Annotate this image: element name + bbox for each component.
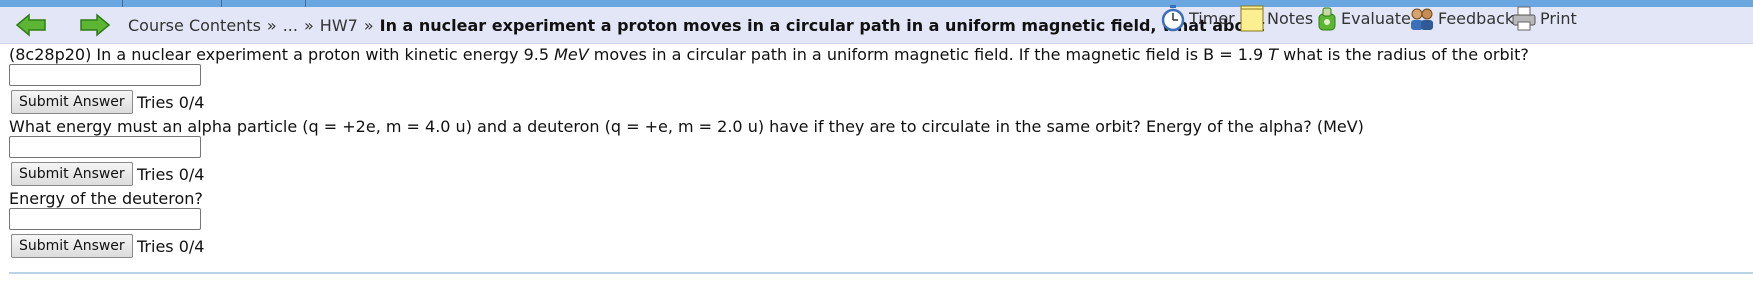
printer-icon — [1511, 4, 1537, 32]
evaluate-icon — [1316, 4, 1338, 32]
question-1-pre: (8c28p20) In a nuclear experiment a prot… — [9, 45, 555, 64]
answer-input-1[interactable] — [9, 64, 201, 86]
unit-tesla: T — [1268, 45, 1279, 64]
breadcrumb-course-contents[interactable]: Course Contents — [128, 16, 261, 35]
question-1-mid: moves in a circular path in a uniform ma… — [588, 45, 1269, 64]
evaluate-button[interactable]: Evaluate — [1316, 4, 1411, 32]
feedback-button[interactable]: Feedback — [1409, 4, 1514, 32]
question-1-text: (8c28p20) In a nuclear experiment a prot… — [9, 45, 1529, 64]
timer-label: Timer — [1189, 8, 1235, 28]
feedback-label: Feedback — [1438, 8, 1515, 28]
question-2-text: What energy must an alpha particle (q = … — [9, 117, 1364, 136]
timer-button[interactable]: Timer — [1160, 4, 1235, 32]
answer-input-3[interactable] — [9, 208, 201, 230]
breadcrumb-separator: » — [266, 15, 277, 35]
submit-answer-button-3[interactable]: Submit Answer — [11, 234, 133, 258]
tab-divider — [122, 0, 123, 7]
notes-label: Notes — [1267, 8, 1314, 28]
notepad-icon — [1240, 4, 1264, 32]
breadcrumb: Course Contents » ... » HW7 » In a nucle… — [128, 16, 1265, 35]
breadcrumb-hw7[interactable]: HW7 — [320, 16, 358, 35]
breadcrumb-separator: » — [363, 15, 374, 35]
feedback-icon — [1409, 4, 1435, 32]
notes-button[interactable]: Notes — [1240, 4, 1313, 32]
tries-counter-1: Tries 0/4 — [137, 93, 205, 112]
arrow-left-icon[interactable] — [14, 12, 48, 38]
breadcrumb-separator: » — [303, 15, 314, 35]
evaluate-label: Evaluate — [1341, 8, 1411, 28]
print-button[interactable]: Print — [1511, 4, 1577, 32]
submit-answer-button-1[interactable]: Submit Answer — [11, 90, 133, 114]
question-3-text: Energy of the deuteron? — [9, 189, 203, 208]
unit-mev: MeV — [554, 45, 589, 64]
tries-counter-2: Tries 0/4 — [137, 165, 205, 184]
tab-divider — [305, 0, 306, 7]
page-title: In a nuclear experiment a proton moves i… — [379, 15, 1265, 35]
tab-divider — [221, 0, 222, 7]
stopwatch-icon — [1160, 4, 1186, 32]
divider — [9, 272, 1753, 274]
breadcrumb-ellipsis[interactable]: ... — [283, 16, 298, 35]
answer-input-2[interactable] — [9, 136, 201, 158]
tries-counter-3: Tries 0/4 — [137, 237, 205, 256]
print-label: Print — [1540, 8, 1577, 28]
arrow-right-icon[interactable] — [78, 12, 112, 38]
submit-answer-button-2[interactable]: Submit Answer — [11, 162, 133, 186]
question-1-post: what is the radius of the orbit? — [1278, 45, 1529, 64]
